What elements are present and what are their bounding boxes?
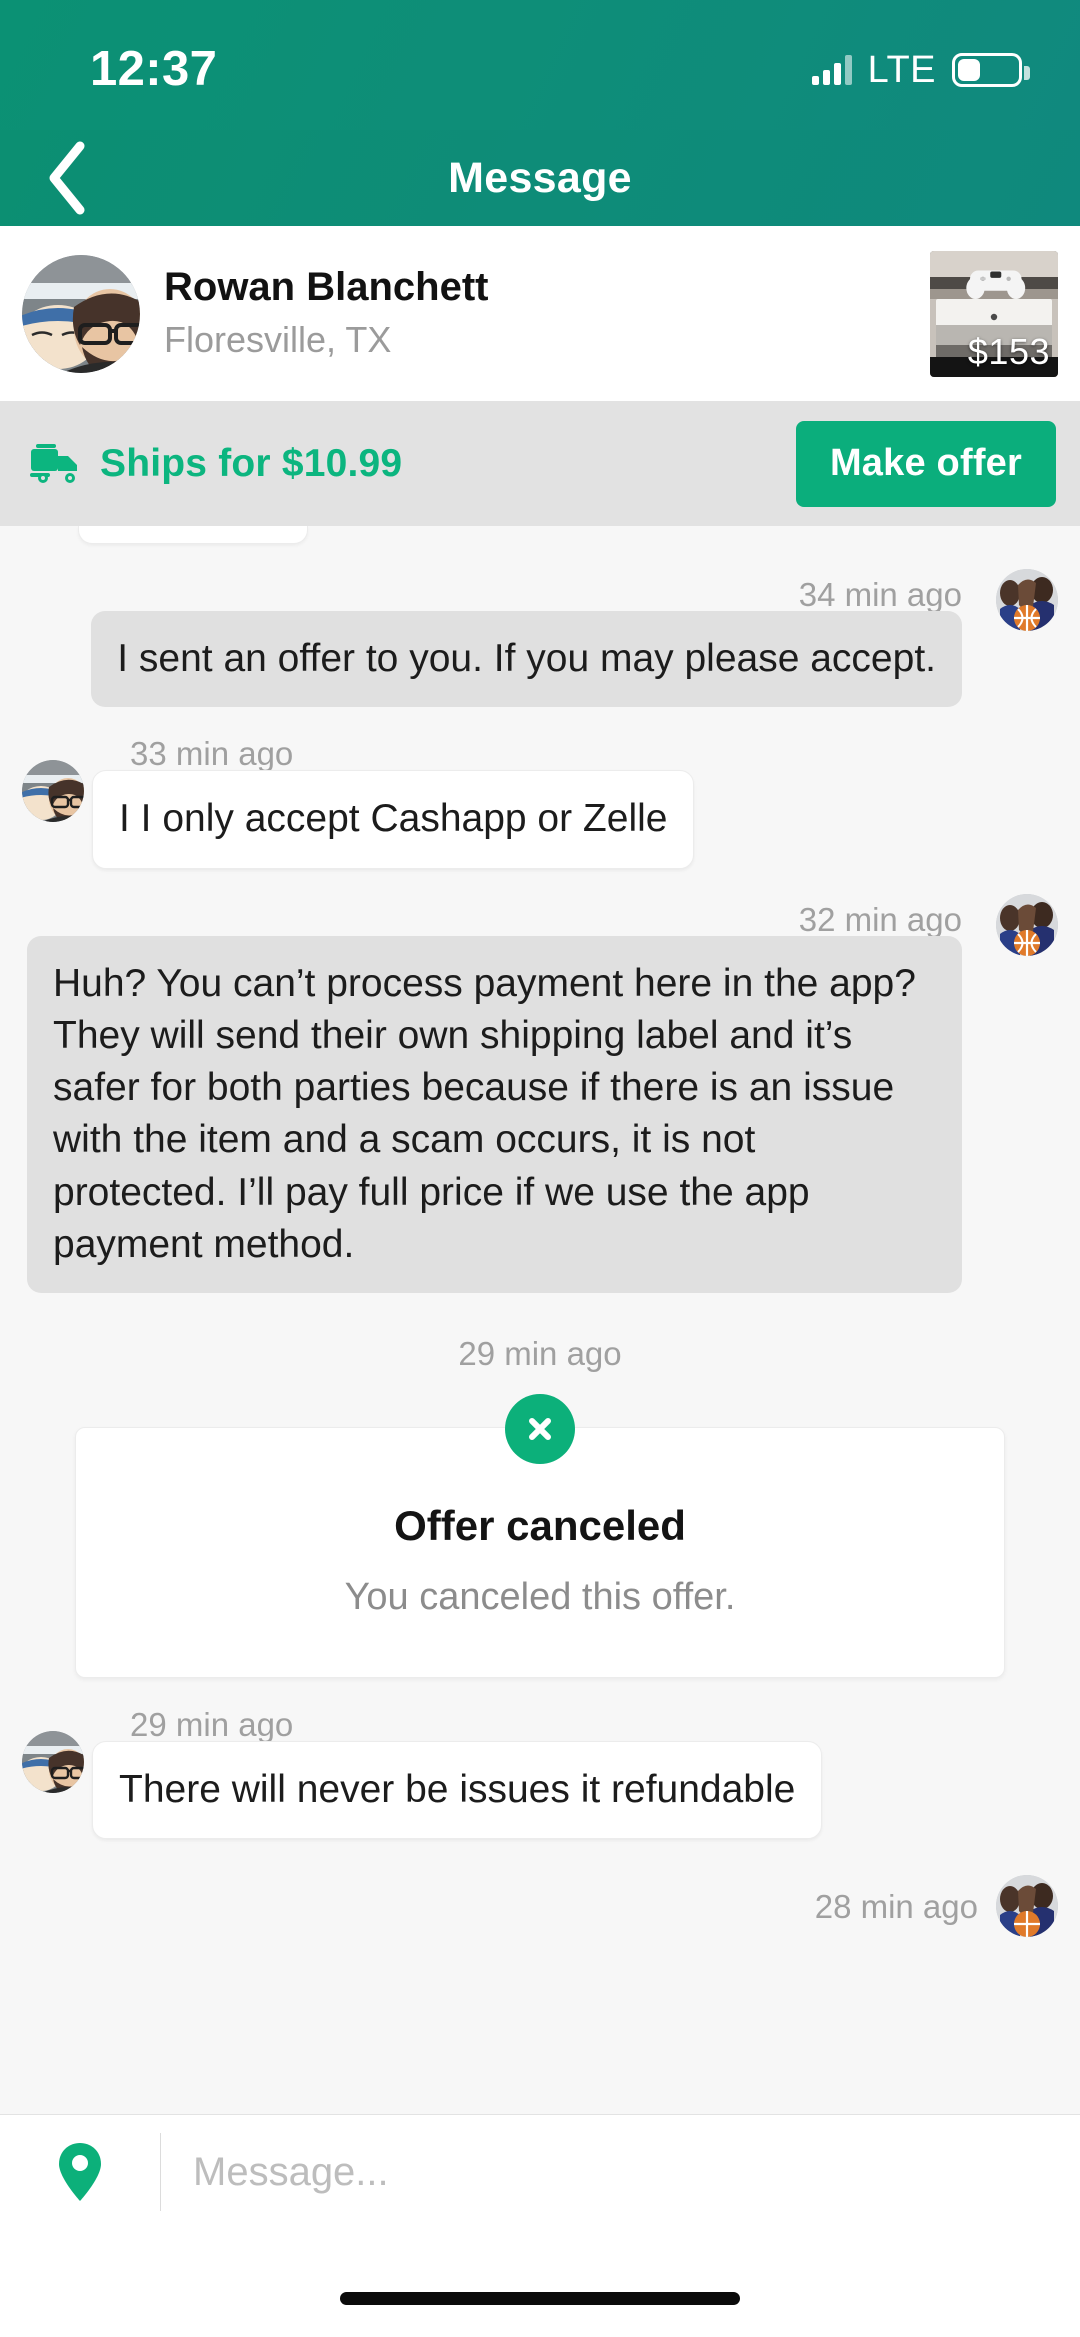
buyer-avatar[interactable] [996, 893, 1058, 956]
seller-avatar[interactable] [22, 254, 140, 373]
location-pin-icon [59, 2143, 101, 2201]
seller-location: Floresville, TX [164, 318, 392, 360]
message-bubble-outgoing[interactable]: I sent an offer to you. If you may pleas… [91, 611, 962, 708]
message-list[interactable]: 34 min ago I sent an offer to you. If yo… [0, 526, 1080, 2114]
message-bubble-outgoing[interactable]: Huh? You can’t process payment here in t… [27, 935, 962, 1293]
message-row: I sent an offer to you. If you may pleas… [22, 569, 1058, 708]
cellular-signal-icon [811, 55, 852, 85]
message-timestamp: 33 min ago [130, 735, 294, 773]
network-type-label: LTE [867, 48, 936, 91]
status-bar-indicators: LTE [811, 48, 1030, 92]
partial-message-bubble [78, 526, 308, 544]
status-bar: 12:37 LTE [0, 0, 1080, 130]
status-bar-clock: 12:37 [90, 42, 218, 96]
message-timestamp-wrap: 32 min ago [22, 903, 1058, 936]
message-input[interactable] [161, 2149, 1080, 2195]
message-bubble-wrap: Huh? You can’t process payment here in t… [27, 935, 962, 1293]
message-bubble-wrap: I sent an offer to you. If you may pleas… [91, 611, 962, 708]
buyer-avatar[interactable] [996, 569, 1058, 631]
offer-timestamp: 29 min ago [458, 1335, 622, 1372]
message-timestamp-wrap: 34 min ago [22, 578, 1058, 611]
message-bubble-wrap: There will never be issues it refundable [92, 1741, 823, 1840]
nav-bar: Message [0, 130, 1080, 226]
chevron-left-icon [49, 141, 85, 215]
home-indicator[interactable] [340, 2292, 740, 2305]
message-timestamp: 34 min ago [798, 576, 962, 613]
message-bubble-wrap: I I only accept Cashapp or Zelle [92, 770, 695, 869]
seller-header[interactable]: Rowan Blanchett Floresville, TX $153 [0, 226, 1080, 401]
offer-canceled-card[interactable]: Offer canceled You canceled this offer. [75, 1394, 1005, 1678]
message-timestamp: 32 min ago [798, 900, 962, 938]
buyer-avatar[interactable] [996, 1875, 1058, 1938]
location-pin-button[interactable] [0, 2115, 160, 2230]
message-row: There will never be issues it refundable [22, 1731, 1058, 1840]
product-price: $153 [967, 330, 1050, 372]
seller-avatar-small[interactable] [22, 1731, 84, 1793]
back-button[interactable] [26, 138, 106, 218]
message-row: Huh? You can’t process payment here in t… [22, 893, 1058, 1293]
seller-name: Rowan Blanchett [164, 264, 489, 309]
shipping-bar: Ships for $10.99 Make offer [0, 401, 1080, 526]
offer-card-subtitle: You canceled this offer. [344, 1576, 736, 1618]
product-thumbnail[interactable]: $153 [930, 250, 1058, 377]
message-composer [0, 2114, 1080, 2229]
message-row: I I only accept Cashapp or Zelle [22, 760, 1058, 869]
x-circle-icon [505, 1394, 575, 1464]
offer-card-title: Offer canceled [394, 1502, 686, 1549]
message-bubble-incoming[interactable]: There will never be issues it refundable [92, 1741, 823, 1840]
make-offer-button[interactable]: Make offer [795, 420, 1056, 507]
home-indicator-area [0, 2229, 1080, 2337]
message-screen: 12:37 LTE Message Rowan Blanchett Flores… [0, 0, 1080, 2337]
message-timestamp-wrap: 33 min ago [22, 737, 1058, 770]
seller-info: Rowan Blanchett Floresville, TX [164, 264, 930, 364]
trailing-message-row: 28 min ago [22, 1875, 1058, 1938]
seller-avatar-small[interactable] [22, 760, 84, 823]
message-timestamp: 28 min ago [814, 1887, 978, 1925]
shipping-cost-label: Ships for $10.99 [100, 441, 403, 485]
battery-icon [952, 53, 1030, 87]
message-timestamp-wrap: 29 min ago [22, 1708, 1058, 1741]
shipping-truck-icon [30, 443, 77, 483]
message-timestamp: 29 min ago [130, 1706, 294, 1743]
message-bubble-incoming[interactable]: I I only accept Cashapp or Zelle [92, 770, 695, 869]
page-title: Message [448, 153, 632, 202]
offer-status-card-wrap: 29 min ago Offer canceled You canceled t… [22, 1335, 1058, 1678]
shipping-info: Ships for $10.99 [30, 442, 796, 486]
